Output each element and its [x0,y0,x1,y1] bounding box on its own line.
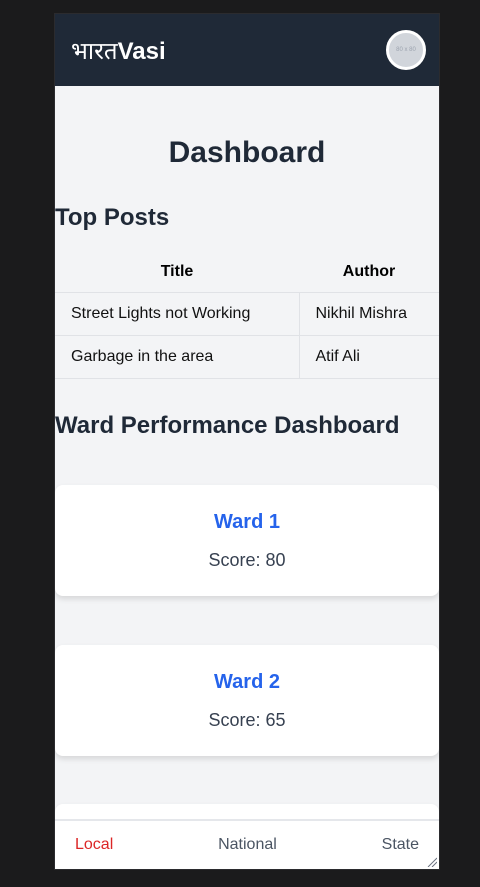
ward-card[interactable]: Ward 2 Score: 65 [55,645,439,756]
post-title-cell[interactable]: Garbage in the area [55,335,300,379]
brand-prefix: भारत [71,37,118,65]
brand-logo[interactable]: भारतVasi [71,34,166,67]
column-header-author: Author [342,263,396,280]
table-header-row: Title Author [55,252,439,293]
top-posts-table: Title Author Street Lights not Working N… [55,252,439,379]
bottom-nav: Local National State [55,819,439,869]
ward-card[interactable]: Ward 1 Score: 80 [55,485,439,596]
post-title-cell[interactable]: Street Lights not Working [55,292,300,336]
nav-local[interactable]: Local [75,836,113,854]
app-header: भारतVasi 80 x 80 [55,14,439,86]
phone-frame: भारतVasi 80 x 80 Dashboard Top Posts Tit… [55,14,439,869]
post-author-cell: Atif Ali [299,335,439,379]
ward-name: Ward 1 [214,511,280,533]
resize-handle-icon[interactable] [427,857,437,867]
ward-score: Score: 65 [208,710,286,730]
top-posts-heading: Top Posts [55,204,170,231]
column-header-title: Title [160,263,194,280]
avatar-placeholder-text: 80 x 80 [396,47,416,53]
page-title: Dashboard [168,136,326,169]
table-row[interactable]: Street Lights not Working Nikhil Mishra [55,292,439,336]
nav-national[interactable]: National [218,836,277,854]
ward-dashboard-heading: Ward Performance Dashboard [55,412,400,439]
main-content: Dashboard Top Posts Title Author Street … [55,136,439,440]
table-row[interactable]: Garbage in the area Atif Ali [55,335,439,379]
brand-suffix: Vasi [117,37,166,65]
post-author-cell: Nikhil Mishra [299,292,439,336]
ward-name: Ward 2 [214,671,280,693]
ward-score: Score: 80 [208,550,286,570]
nav-state[interactable]: State [382,836,419,854]
avatar[interactable]: 80 x 80 [386,30,426,70]
